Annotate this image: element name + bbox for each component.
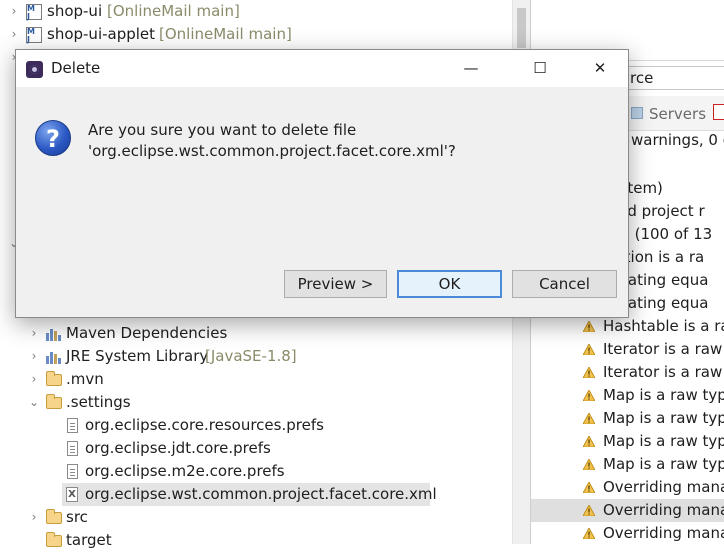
problem-row[interactable]: Iterator is a raw t [531, 338, 724, 361]
warning-icon [583, 321, 595, 332]
file-icon [67, 441, 78, 456]
project-name: shop-ui [47, 2, 103, 20]
problems-summary: warnings, 0 o [631, 131, 724, 149]
servers-tab[interactable]: Servers [649, 104, 706, 124]
problem-text: Hashtable is a raw [603, 317, 724, 335]
maximize-button[interactable]: ☐ [517, 50, 563, 87]
tree-item-label: org.eclipse.core.resources.prefs [85, 416, 324, 434]
folder-open-icon [46, 394, 62, 409]
chevron-right-icon[interactable]: › [29, 506, 39, 529]
preview-button[interactable]: Preview > [284, 270, 387, 298]
servers-icon [631, 107, 643, 119]
tree-item-label: JRE System Library [66, 347, 209, 365]
chevron-down-icon[interactable]: ⌄ [29, 391, 39, 414]
warning-icon [583, 344, 595, 355]
error-log-icon[interactable] [713, 104, 724, 120]
problem-row[interactable]: Map is a raw type [531, 453, 724, 476]
chevron-right-icon[interactable]: › [9, 0, 19, 23]
project-branch: [OnlineMail main] [107, 2, 240, 20]
maven-project-icon: MJ [26, 4, 42, 21]
minimize-button[interactable]: — [448, 50, 494, 87]
chevron-right-icon[interactable]: › [29, 368, 39, 391]
tree-item-label: Maven Dependencies [66, 324, 228, 342]
library-icon [46, 350, 62, 364]
tree-item-label: src [66, 508, 88, 526]
eclipse-app-icon [26, 61, 43, 78]
problem-row[interactable]: Hashtable is a raw [531, 315, 724, 338]
tree-item-label: org.eclipse.wst.common.project.facet.cor… [85, 485, 437, 503]
problem-row[interactable]: Overriding mana [531, 476, 724, 499]
problem-text: Map is a raw type [603, 432, 724, 450]
cancel-button[interactable]: Cancel [512, 270, 617, 298]
problem-text: Map is a raw type [603, 455, 724, 473]
problem-text: Map is a raw type [603, 386, 724, 404]
problem-row[interactable]: Overriding mana [531, 499, 724, 522]
folder-icon [46, 532, 62, 547]
chevron-right-icon[interactable]: › [9, 23, 19, 46]
problem-row[interactable]: Map is a raw type [531, 384, 724, 407]
message-line-2: 'org.eclipse.wst.common.project.facet.co… [88, 142, 456, 160]
chevron-right-icon[interactable]: › [29, 345, 39, 368]
tree-item-label: .mvn [66, 370, 104, 388]
warning-icon [583, 528, 595, 539]
scrollbar-thumb[interactable] [517, 8, 526, 48]
problem-text: Iterator is a raw t [603, 363, 724, 381]
project-branch: [OnlineMail main] [159, 25, 292, 43]
problem-row[interactable]: Overriding mana [531, 522, 724, 545]
warning-icon [583, 390, 595, 401]
tree-item-label: org.eclipse.jdt.core.prefs [85, 439, 271, 457]
ok-button[interactable]: OK [397, 270, 502, 298]
file-icon [67, 464, 78, 479]
file-icon [67, 418, 78, 433]
problem-text: Map is a raw type [603, 409, 724, 427]
warning-icon [583, 413, 595, 424]
warning-icon [583, 505, 595, 516]
tree-item-label: target [66, 531, 112, 549]
problem-row[interactable]: Iterator is a raw t [531, 361, 724, 384]
folder-icon [46, 371, 62, 386]
problem-row[interactable]: Map is a raw type [531, 430, 724, 453]
source-tab[interactable]: rce [625, 66, 724, 90]
message-line-1: Are you sure you want to delete file [88, 121, 357, 139]
warning-icon [583, 482, 595, 493]
chevron-right-icon[interactable]: › [29, 322, 39, 345]
warning-icon [583, 367, 595, 378]
dialog-title: Delete [51, 59, 101, 77]
problem-text: Overriding mana [603, 524, 724, 542]
problem-text: Iterator is a raw t [603, 340, 724, 358]
tree-item-label: org.eclipse.m2e.core.prefs [85, 462, 285, 480]
warning-icon [583, 436, 595, 447]
problem-row[interactable]: Map is a raw type [531, 407, 724, 430]
tree-row-file-selected[interactable]: X org.eclipse.wst.common.project.facet.c… [62, 483, 437, 506]
warning-icon [583, 459, 595, 470]
library-icon [46, 327, 62, 341]
folder-icon [46, 509, 62, 524]
maven-project-icon: MJ [26, 27, 42, 44]
dialog-title-bar[interactable]: Delete — ☐ ✕ [16, 50, 628, 87]
problem-text: Overriding mana [603, 478, 724, 496]
question-icon: ? [35, 120, 71, 156]
tree-item-label: .settings [66, 393, 131, 411]
problem-text: Overriding mana [603, 501, 724, 519]
delete-dialog: Delete — ☐ ✕ ? Are you sure you want to … [15, 49, 629, 318]
close-button[interactable]: ✕ [577, 50, 623, 87]
project-name: shop-ui-applet [47, 25, 156, 43]
xml-file-icon: X [66, 487, 78, 502]
tree-item-suffix: [JavaSE-1.8] [205, 347, 297, 365]
confirmation-message: Are you sure you want to delete file 'or… [88, 120, 456, 162]
